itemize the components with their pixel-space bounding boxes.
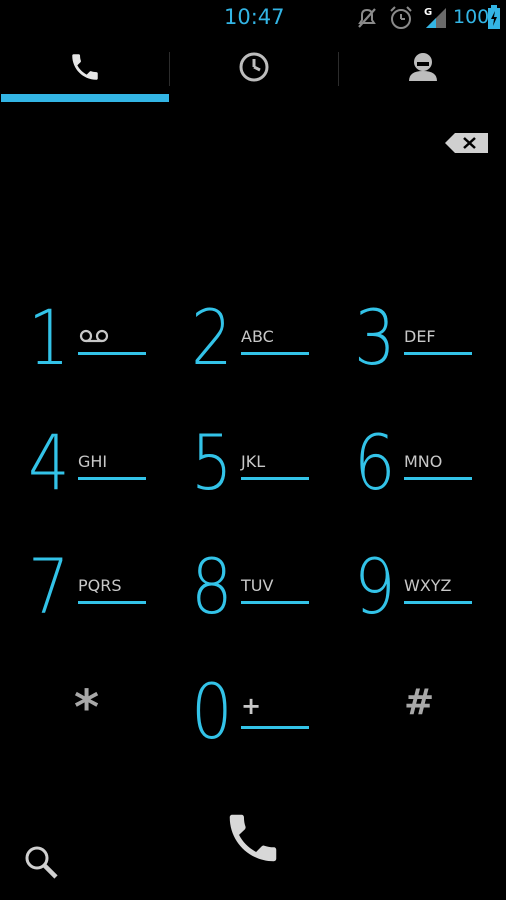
tab-call-log[interactable] [170,40,338,98]
key-digit: 4 [28,418,70,507]
voicemail-icon [79,328,109,348]
key-digit: 9 [354,542,396,631]
key-letters: PQRS [78,576,122,595]
tab-selected-indicator [1,94,169,102]
key-letters: TUV [241,576,274,595]
key-letters: JKL [241,452,266,471]
key-star[interactable]: * [28,674,178,784]
key-digit: 0 [191,667,233,756]
mute-icon [356,6,378,34]
key-3[interactable]: 3 DEF [354,300,504,410]
key-hash[interactable]: # [354,674,504,784]
key-underline [404,477,472,480]
key-digit: 2 [191,293,233,382]
key-underline [241,477,309,480]
battery-charging-icon [488,5,500,33]
contact-icon [406,50,440,88]
key-0[interactable]: 0 + [191,674,341,784]
search-button[interactable] [20,843,64,887]
key-digit: 3 [354,293,396,382]
tab-phone[interactable] [1,40,169,98]
key-8[interactable]: 8 TUV [191,549,341,659]
key-5[interactable]: 5 JKL [191,425,341,535]
phone-icon [68,50,102,88]
key-4[interactable]: 4 GHI [28,425,178,535]
key-underline [241,601,309,604]
key-star-symbol: * [74,680,100,736]
backspace-button[interactable] [443,130,491,160]
key-digit: 1 [28,293,70,382]
key-letters: WXYZ [404,576,452,595]
network-type-label: G [424,7,432,18]
key-digit: 6 [354,418,396,507]
key-underline [241,352,309,355]
backspace-icon [445,132,489,158]
key-digit: 8 [191,542,233,631]
key-1[interactable]: 1 [28,300,178,410]
phone-icon [222,807,284,873]
key-underline [404,352,472,355]
clock-icon [237,50,271,88]
key-letters: DEF [404,327,436,346]
status-time: 10:47 [224,5,285,29]
key-7[interactable]: 7 PQRS [28,549,178,659]
digits-field[interactable] [20,120,420,170]
status-bar: 10:47 G 100 [0,0,506,36]
key-letters: ABC [241,327,274,346]
key-9[interactable]: 9 WXYZ [354,549,504,659]
key-underline [404,601,472,604]
key-letters: + [241,692,262,720]
key-2[interactable]: 2 ABC [191,300,341,410]
battery-percent: 100 [453,6,490,28]
signal-icon: G [422,4,448,34]
key-underline [78,352,146,355]
key-6[interactable]: 6 MNO [354,425,504,535]
key-underline [241,726,309,729]
key-underline [78,477,146,480]
key-underline [78,601,146,604]
key-hash-symbol: # [404,682,435,723]
tab-contacts[interactable] [339,40,506,98]
call-button[interactable] [210,800,296,880]
alarm-icon [388,5,414,35]
key-letters: GHI [78,452,108,471]
key-digit: 5 [191,418,233,507]
key-digit: 7 [28,542,70,631]
tab-bar [0,40,506,104]
key-letters: MNO [404,452,443,471]
search-icon [23,844,61,886]
